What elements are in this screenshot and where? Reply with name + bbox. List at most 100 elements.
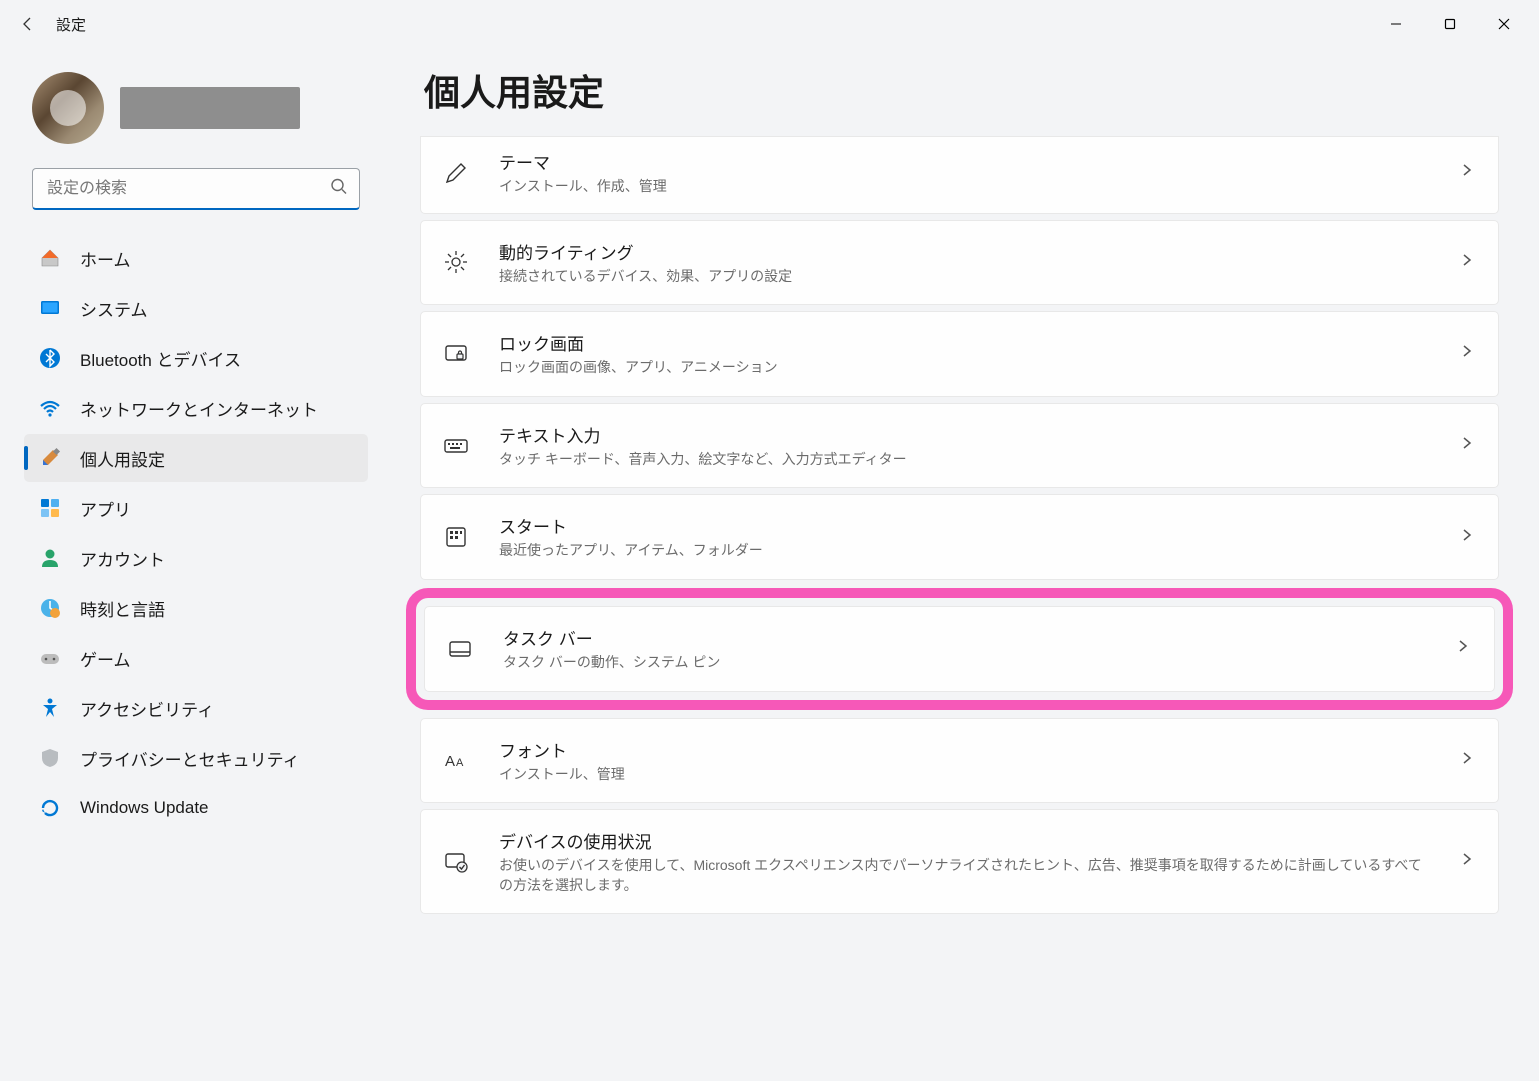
chevron-right-icon bbox=[1460, 852, 1474, 871]
back-button[interactable] bbox=[8, 4, 48, 44]
nav-network[interactable]: ネットワークとインターネット bbox=[24, 384, 368, 432]
taskbar-icon bbox=[445, 634, 475, 664]
pen-icon bbox=[441, 158, 471, 188]
section-desc: ロック画面の画像、アプリ、アニメーション bbox=[499, 358, 1432, 378]
accessibility-icon bbox=[38, 696, 62, 720]
nav-windows-update[interactable]: Windows Update bbox=[24, 784, 368, 832]
fonts-icon: AA bbox=[441, 745, 471, 775]
section-title: デバイスの使用状況 bbox=[499, 828, 1432, 853]
nav-label: 個人用設定 bbox=[80, 446, 165, 471]
chevron-right-icon bbox=[1460, 436, 1474, 455]
nav-personalization[interactable]: 個人用設定 bbox=[24, 434, 368, 482]
sidebar: ホーム システム Bluetooth とデバイス ネットワークとインターネット … bbox=[0, 48, 380, 1081]
highlight-annotation: タスク バー タスク バーの動作、システム ピン bbox=[406, 588, 1513, 710]
app-title: 設定 bbox=[56, 14, 86, 35]
nav-time-language[interactable]: 時刻と言語 bbox=[24, 584, 368, 632]
profile-section[interactable] bbox=[24, 64, 368, 168]
start-icon bbox=[441, 522, 471, 552]
nav-label: ネットワークとインターネット bbox=[80, 396, 318, 421]
nav-label: プライバシーとセキュリティ bbox=[80, 746, 300, 771]
section-desc: タスク バーの動作、システム ピン bbox=[503, 653, 1428, 673]
section-device-usage[interactable]: デバイスの使用状況 お使いのデバイスを使用して、Microsoft エクスペリエ… bbox=[420, 809, 1499, 914]
bluetooth-icon bbox=[38, 346, 62, 370]
nav-label: 時刻と言語 bbox=[80, 596, 165, 621]
nav-label: アカウント bbox=[80, 546, 165, 571]
section-title: スタート bbox=[499, 513, 1432, 538]
section-fonts[interactable]: AA フォント インストール、管理 bbox=[420, 718, 1499, 804]
device-usage-icon bbox=[441, 847, 471, 877]
page-title: 個人用設定 bbox=[420, 64, 1499, 116]
chevron-right-icon bbox=[1460, 253, 1474, 272]
nav-label: Windows Update bbox=[80, 798, 209, 818]
svg-text:A: A bbox=[445, 753, 455, 770]
minimize-button[interactable] bbox=[1369, 4, 1423, 44]
nav-accounts[interactable]: アカウント bbox=[24, 534, 368, 582]
nav-label: Bluetooth とデバイス bbox=[80, 346, 241, 371]
section-title: テキスト入力 bbox=[499, 422, 1432, 447]
nav-label: アプリ bbox=[80, 496, 131, 521]
minimize-icon bbox=[1390, 18, 1402, 30]
section-desc: 最近使ったアプリ、アイテム、フォルダー bbox=[499, 541, 1432, 561]
nav-label: ホーム bbox=[80, 246, 131, 271]
section-lock-screen[interactable]: ロック画面 ロック画面の画像、アプリ、アニメーション bbox=[420, 311, 1499, 397]
section-title: ロック画面 bbox=[499, 330, 1432, 355]
section-desc: インストール、作成、管理 bbox=[499, 177, 1432, 197]
nav-home[interactable]: ホーム bbox=[24, 234, 368, 282]
lock-screen-icon bbox=[441, 339, 471, 369]
paintbrush-icon bbox=[38, 446, 62, 470]
section-title: テーマ bbox=[499, 149, 1432, 174]
clock-globe-icon bbox=[38, 596, 62, 620]
chevron-right-icon bbox=[1460, 344, 1474, 363]
section-desc: タッチ キーボード、音声入力、絵文字など、入力方式エディター bbox=[499, 450, 1432, 470]
account-icon bbox=[38, 546, 62, 570]
nav-bluetooth[interactable]: Bluetooth とデバイス bbox=[24, 334, 368, 382]
nav-apps[interactable]: アプリ bbox=[24, 484, 368, 532]
search-input[interactable] bbox=[32, 168, 360, 210]
nav-system[interactable]: システム bbox=[24, 284, 368, 332]
section-title: フォント bbox=[499, 737, 1432, 762]
maximize-icon bbox=[1444, 18, 1456, 30]
nav-label: アクセシビリティ bbox=[80, 696, 214, 721]
shield-icon bbox=[38, 746, 62, 770]
nav-gaming[interactable]: ゲーム bbox=[24, 634, 368, 682]
close-button[interactable] bbox=[1477, 4, 1531, 44]
profile-name-redacted bbox=[120, 87, 300, 129]
section-text-input[interactable]: テキスト入力 タッチ キーボード、音声入力、絵文字など、入力方式エディター bbox=[420, 403, 1499, 489]
chevron-right-icon bbox=[1460, 528, 1474, 547]
section-title: 動的ライティング bbox=[499, 239, 1432, 264]
nav-privacy[interactable]: プライバシーとセキュリティ bbox=[24, 734, 368, 782]
section-start[interactable]: スタート 最近使ったアプリ、アイテム、フォルダー bbox=[420, 494, 1499, 580]
section-desc: お使いのデバイスを使用して、Microsoft エクスペリエンス内でパーソナライ… bbox=[499, 856, 1432, 895]
chevron-right-icon bbox=[1460, 163, 1474, 182]
window-controls bbox=[1369, 4, 1531, 44]
arrow-left-icon bbox=[20, 16, 36, 32]
section-themes[interactable]: テーマ インストール、作成、管理 bbox=[420, 136, 1499, 214]
lighting-icon bbox=[441, 247, 471, 277]
nav-label: ゲーム bbox=[80, 646, 131, 671]
apps-icon bbox=[38, 496, 62, 520]
wifi-icon bbox=[38, 396, 62, 420]
chevron-right-icon bbox=[1460, 751, 1474, 770]
section-dynamic-lighting[interactable]: 動的ライティング 接続されているデバイス、効果、アプリの設定 bbox=[420, 220, 1499, 306]
search-icon bbox=[330, 178, 348, 201]
maximize-button[interactable] bbox=[1423, 4, 1477, 44]
nav-accessibility[interactable]: アクセシビリティ bbox=[24, 684, 368, 732]
content: 個人用設定 テーマ インストール、作成、管理 動的ライティング 接続されているデ… bbox=[380, 48, 1539, 1081]
gamepad-icon bbox=[38, 646, 62, 670]
section-list: テーマ インストール、作成、管理 動的ライティング 接続されているデバイス、効果… bbox=[420, 136, 1499, 914]
update-icon bbox=[38, 796, 62, 820]
avatar bbox=[32, 72, 104, 144]
section-desc: インストール、管理 bbox=[499, 765, 1432, 785]
chevron-right-icon bbox=[1456, 639, 1470, 658]
search-wrap bbox=[32, 168, 360, 210]
svg-text:A: A bbox=[456, 757, 464, 769]
profile-info bbox=[120, 87, 360, 129]
section-title: タスク バー bbox=[503, 625, 1428, 650]
close-icon bbox=[1498, 18, 1510, 30]
nav-label: システム bbox=[80, 296, 148, 321]
home-icon bbox=[38, 246, 62, 270]
nav: ホーム システム Bluetooth とデバイス ネットワークとインターネット … bbox=[24, 234, 368, 832]
titlebar: 設定 bbox=[0, 0, 1539, 48]
keyboard-icon bbox=[441, 431, 471, 461]
section-taskbar[interactable]: タスク バー タスク バーの動作、システム ピン bbox=[424, 606, 1495, 692]
